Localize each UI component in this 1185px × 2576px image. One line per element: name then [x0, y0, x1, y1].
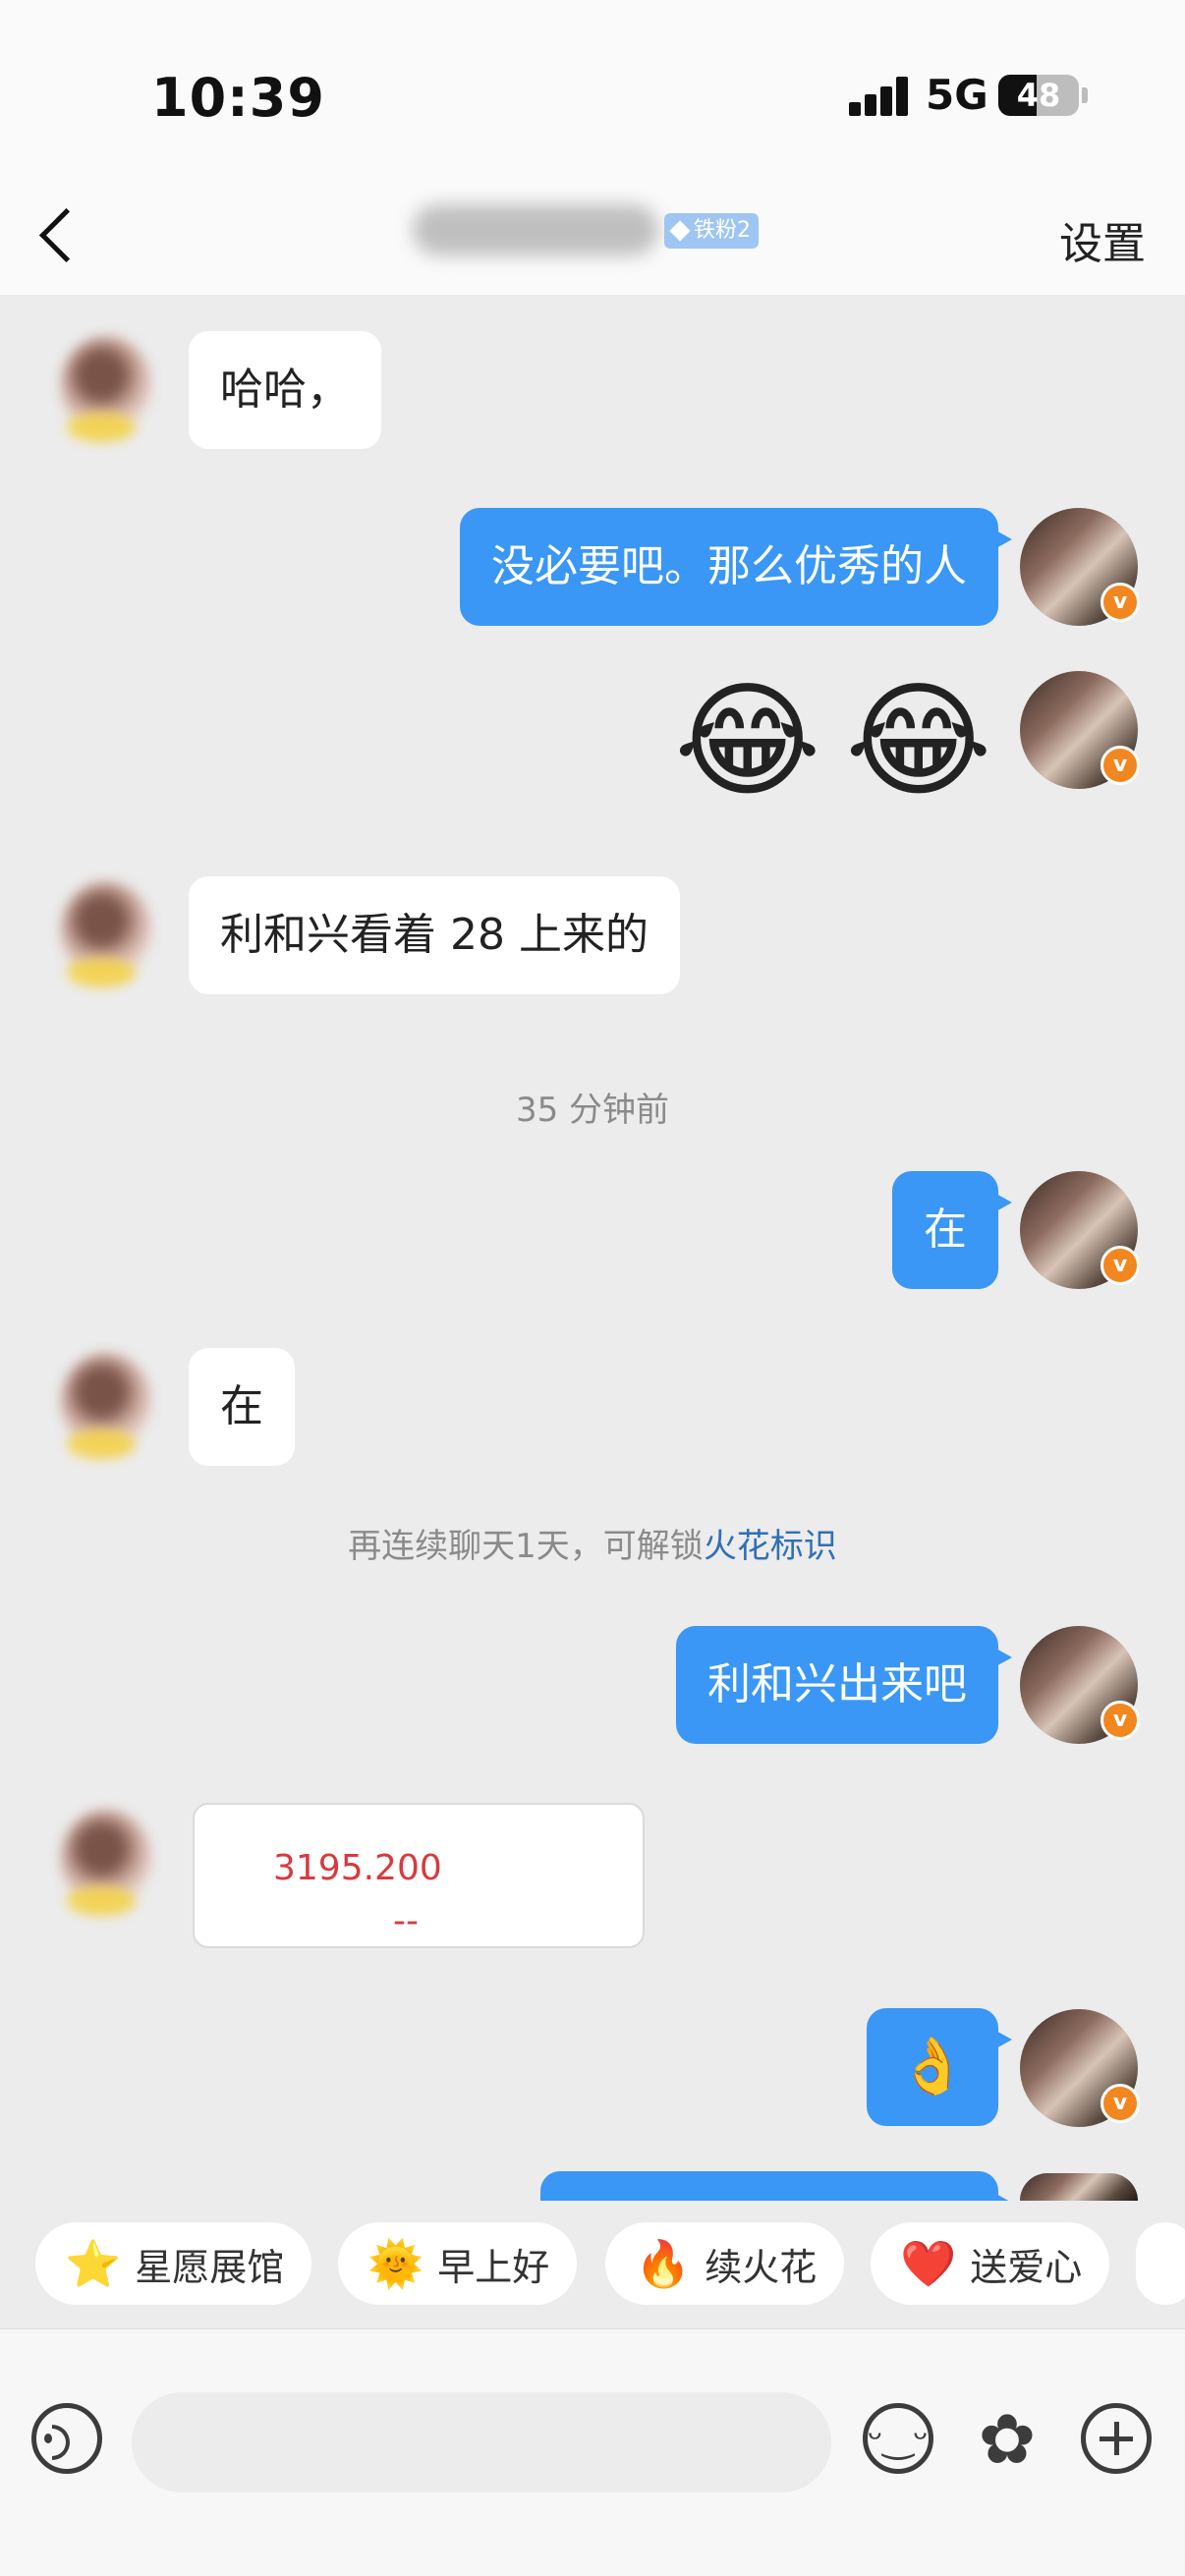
- settings-button[interactable]: 设置: [1059, 208, 1146, 271]
- spark-badge-link[interactable]: 火花标识: [704, 1527, 837, 1566]
- my-avatar[interactable]: v: [1020, 1171, 1140, 1289]
- network-type: 5G: [926, 71, 988, 119]
- battery-level: 48: [1016, 77, 1061, 114]
- back-button[interactable]: [29, 200, 88, 269]
- contact-avatar[interactable]: [47, 1806, 163, 1922]
- contact-avatar[interactable]: [47, 332, 163, 448]
- verified-badge-icon: v: [1100, 1246, 1140, 1285]
- battery-icon: 48: [998, 75, 1079, 116]
- chat-header: 铁粉2 设置: [0, 177, 1185, 295]
- image-message-dash: --: [393, 1901, 419, 1941]
- signal-icon: [849, 77, 910, 116]
- quick-action-star-gallery[interactable]: ⭐ 星愿展馆: [35, 2222, 312, 2305]
- fire-icon: 🔥: [635, 2237, 692, 2290]
- contact-avatar[interactable]: [47, 877, 163, 993]
- image-message-value: 3195.200: [273, 1848, 442, 1888]
- quick-action-label: 续火花: [705, 2245, 818, 2289]
- outgoing-message[interactable]: 利和兴出来吧: [676, 1626, 1012, 1744]
- verified-badge-icon: v: [1100, 583, 1140, 622]
- quick-action-label: 星愿展馆: [135, 2245, 285, 2289]
- my-avatar[interactable]: v: [1020, 508, 1140, 626]
- status-time: 10:39: [151, 67, 325, 129]
- ok-emoji-message[interactable]: 👌: [867, 2008, 1012, 2126]
- quick-action-good-morning[interactable]: 🌞 早上好: [338, 2222, 578, 2305]
- emoji-button[interactable]: ᵕ‿ᵕ: [863, 2403, 933, 2474]
- star-icon: ⭐: [65, 2237, 122, 2290]
- outgoing-message-partial[interactable]: [540, 2171, 1012, 2212]
- diamond-icon: [669, 220, 691, 242]
- contact-avatar[interactable]: [47, 1349, 163, 1465]
- outgoing-message[interactable]: 没必要吧。那么优秀的人: [460, 508, 1012, 626]
- my-avatar[interactable]: v: [1020, 1626, 1140, 1744]
- my-avatar-partial[interactable]: [1020, 2173, 1138, 2201]
- more-options-button[interactable]: [1081, 2403, 1152, 2474]
- laughing-emoji[interactable]: 😂: [845, 668, 992, 815]
- quick-action-label: 早上好: [437, 2245, 550, 2289]
- my-avatar[interactable]: v: [1020, 671, 1140, 789]
- streak-hint-text: 再连续聊天1天，可解锁: [348, 1527, 704, 1566]
- battery-tip: [1082, 87, 1088, 103]
- incoming-message[interactable]: 利和兴看着 28 上来的: [189, 876, 680, 994]
- time-separator: 35 分钟前: [515, 1091, 670, 1130]
- verified-badge-icon: v: [1100, 1701, 1140, 1740]
- streak-hint: 再连续聊天1天，可解锁火花标识: [0, 1519, 1185, 1567]
- message-input[interactable]: [132, 2392, 831, 2492]
- incoming-message[interactable]: 哈哈，: [189, 331, 381, 449]
- sticker-button[interactable]: ✿: [968, 2400, 1046, 2479]
- fan-level-badge: 铁粉2: [664, 213, 759, 249]
- verified-badge-icon: v: [1100, 2084, 1140, 2123]
- my-avatar[interactable]: v: [1020, 2009, 1140, 2127]
- quick-action-continue-spark[interactable]: 🔥 续火花: [605, 2222, 845, 2305]
- laughing-emoji[interactable]: 😂: [674, 668, 821, 815]
- contact-name-blurred[interactable]: [413, 204, 658, 255]
- status-bar: 10:39 5G 48: [0, 0, 1185, 177]
- quick-action-bar: ⭐ 星愿展馆 🌞 早上好 🔥 续火花 ❤️ 送爱心: [0, 2201, 1185, 2328]
- image-message[interactable]: 3195.200 --: [193, 1803, 645, 1948]
- verified-badge-icon: v: [1100, 746, 1140, 785]
- quick-action-send-heart[interactable]: ❤️ 送爱心: [871, 2222, 1110, 2305]
- incoming-message[interactable]: 在: [189, 1348, 295, 1466]
- voice-input-button[interactable]: [31, 2403, 102, 2474]
- sun-icon: 🌞: [367, 2237, 424, 2290]
- fan-badge-label: 铁粉2: [694, 218, 751, 243]
- heart-icon: ❤️: [900, 2237, 957, 2290]
- quick-action-more-partial[interactable]: [1136, 2222, 1185, 2305]
- outgoing-message[interactable]: 在: [892, 1171, 1012, 1289]
- smiley-icon: ᵕ‿ᵕ: [868, 2417, 929, 2460]
- quick-action-label: 送爱心: [970, 2245, 1083, 2289]
- input-bar: ᵕ‿ᵕ ✿: [0, 2328, 1185, 2576]
